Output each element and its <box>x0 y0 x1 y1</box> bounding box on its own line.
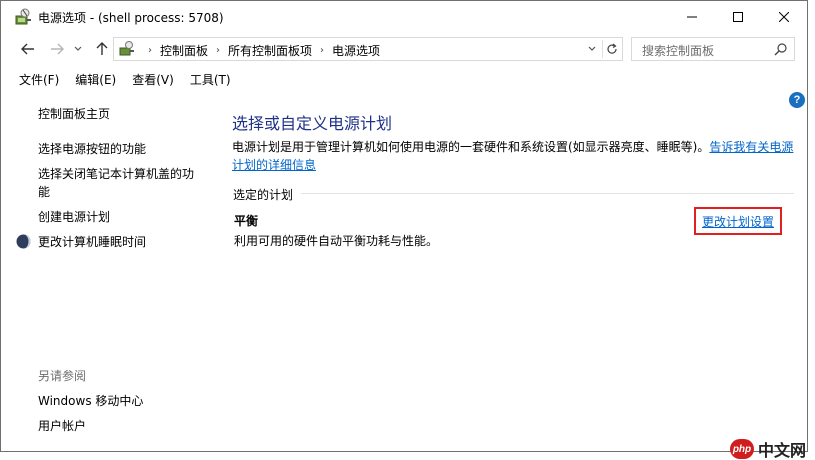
divider <box>301 193 794 194</box>
page-title: 选择或自定义电源计划 <box>232 114 393 133</box>
breadcrumb-separator-icon[interactable]: › <box>216 45 220 56</box>
title-bar: 电源选项 - (shell process: 5708) <box>1 1 807 33</box>
menu-bar: 文件(F) 编辑(E) 查看(V) 工具(T) <box>11 69 239 89</box>
address-history-button[interactable] <box>584 40 600 58</box>
plan-name: 平衡 <box>234 214 259 228</box>
refresh-button[interactable] <box>602 40 620 58</box>
address-row: › 控制面板 › 所有控制面板项 › 电源选项 搜索控制面板 <box>1 35 807 63</box>
window-title: 电源选项 - (shell process: 5708) <box>38 11 224 25</box>
recent-locations-button[interactable] <box>71 38 85 60</box>
breadcrumb-separator-icon: › <box>148 45 152 56</box>
maximize-button[interactable] <box>715 1 761 33</box>
power-options-window: 电源选项 - (shell process: 5708) › 控制面板 › 所有… <box>0 0 808 452</box>
sleep-settings-icon <box>15 233 32 250</box>
search-icon[interactable] <box>774 42 788 56</box>
description-text: 电源计划是用于管理计算机如何使用电源的一套硬件和系统设置(如显示器亮度、睡眠等)… <box>232 140 710 154</box>
chevron-down-icon <box>588 46 596 51</box>
help-icon[interactable]: ? <box>789 92 805 108</box>
arrow-right-icon <box>51 43 64 55</box>
menu-view[interactable]: 查看(V) <box>124 69 182 89</box>
selected-plan-heading: 选定的计划 <box>233 188 294 202</box>
plan-description-text: 电源计划是用于管理计算机如何使用电源的一套硬件和系统设置(如显示器亮度、睡眠等)… <box>232 138 797 174</box>
power-button-settings-link[interactable]: 选择电源按钮的功能 <box>38 140 146 157</box>
minimize-button[interactable] <box>669 1 715 33</box>
breadcrumb-separator-icon[interactable]: › <box>320 45 324 56</box>
watermark-badge: php <box>730 439 754 459</box>
control-panel-icon <box>118 40 136 58</box>
menu-tools[interactable]: 工具(T) <box>182 69 239 89</box>
arrow-up-icon <box>96 42 108 55</box>
forward-button[interactable] <box>46 38 68 60</box>
breadcrumb-item[interactable]: 电源选项 <box>332 42 380 59</box>
breadcrumb-item[interactable]: 控制面板 <box>160 42 208 59</box>
power-options-icon <box>13 7 33 27</box>
close-icon <box>779 12 789 22</box>
close-button[interactable] <box>761 1 807 33</box>
refresh-icon <box>606 43 617 54</box>
windows-mobility-center-link[interactable]: Windows 移动中心 <box>38 392 143 409</box>
back-button[interactable] <box>17 38 39 60</box>
create-power-plan-link[interactable]: 创建电源计划 <box>38 208 110 225</box>
minimize-icon <box>687 16 697 18</box>
chevron-down-icon <box>74 46 82 51</box>
search-placeholder: 搜索控制面板 <box>642 44 715 58</box>
menu-edit[interactable]: 编辑(E) <box>67 69 124 89</box>
change-plan-settings-link[interactable]: 更改计划设置 <box>702 213 774 230</box>
learn-more-link-cont[interactable]: 计划的详细信息 <box>232 158 316 172</box>
lid-close-settings-link-wrap[interactable]: 能 <box>38 183 50 200</box>
breadcrumb-item[interactable]: 所有控制面板项 <box>228 42 312 59</box>
see-also-heading: 另请参阅 <box>38 369 87 383</box>
address-bar[interactable]: › 控制面板 › 所有控制面板项 › 电源选项 <box>113 37 623 61</box>
up-button[interactable] <box>91 38 113 60</box>
maximize-icon <box>733 12 743 22</box>
control-panel-home-link[interactable]: 控制面板主页 <box>38 105 110 122</box>
lid-close-settings-link[interactable]: 选择关闭笔记本计算机盖的功 <box>38 165 194 182</box>
watermark-text: 中文网 <box>758 441 807 460</box>
plan-summary: 利用可用的硬件自动平衡功耗与性能。 <box>234 234 439 248</box>
user-accounts-link[interactable]: 用户帐户 <box>38 417 86 434</box>
menu-file[interactable]: 文件(F) <box>11 69 67 89</box>
change-sleep-time-link[interactable]: 更改计算机睡眠时间 <box>38 233 146 250</box>
learn-more-link[interactable]: 告诉我有关电源 <box>709 140 793 154</box>
arrow-left-icon <box>21 43 34 55</box>
search-input[interactable]: 搜索控制面板 <box>631 37 795 61</box>
breadcrumb: › 控制面板 › 所有控制面板项 › 电源选项 <box>140 42 380 59</box>
watermark: php 中文网 <box>730 437 806 460</box>
